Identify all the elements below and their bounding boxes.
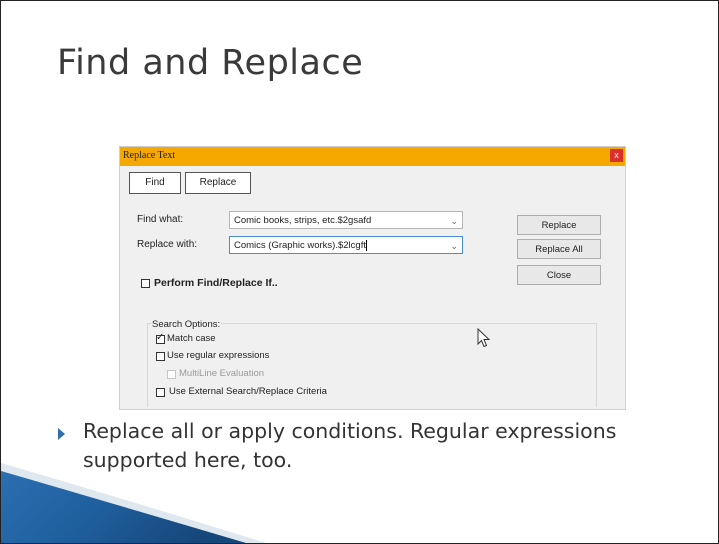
find-what-label: Find what: [137, 214, 184, 225]
replace-with-value: Comics (Graphic works).$2lcgft [234, 240, 366, 251]
multiline-checkbox [167, 370, 176, 379]
dialog-title: Replace Text [123, 150, 176, 161]
perform-if-checkbox[interactable] [141, 279, 150, 288]
external-criteria-label: Use External Search/Replace Criteria [169, 386, 327, 397]
replace-with-label: Replace with: [137, 239, 198, 250]
replace-all-button[interactable]: Replace All [517, 239, 601, 259]
mouse-pointer-icon [477, 327, 491, 352]
close-button[interactable]: Close [517, 265, 601, 285]
find-what-combobox[interactable]: Comic books, strips, etc.$2gsafd ⌄ [229, 211, 463, 229]
replace-button[interactable]: Replace [517, 215, 601, 235]
text-caret [365, 239, 367, 251]
external-criteria-checkbox[interactable] [156, 388, 165, 397]
dialog-titlebar[interactable]: Replace Text x [120, 147, 625, 166]
tab-find[interactable]: Find [129, 172, 181, 194]
slide: Find and Replace Replace Text x Find Rep… [0, 0, 719, 544]
slide-title: Find and Replace [57, 43, 364, 83]
regex-checkbox[interactable] [156, 352, 165, 361]
match-case-label: Match case [167, 333, 216, 344]
tab-replace[interactable]: Replace [185, 172, 251, 194]
multiline-label: MultiLine Evaluation [179, 368, 265, 379]
find-what-value: Comic books, strips, etc.$2gsafd [234, 215, 372, 226]
corner-decoration [1, 463, 266, 543]
regex-label: Use regular expressions [167, 350, 270, 361]
chevron-down-icon[interactable]: ⌄ [450, 212, 458, 230]
close-icon[interactable]: x [610, 149, 623, 162]
search-options-title: Search Options: [151, 319, 222, 330]
perform-if-label: Perform Find/Replace If.. [154, 277, 278, 289]
chevron-down-icon[interactable]: ⌄ [450, 237, 458, 255]
replace-with-combobox[interactable]: Comics (Graphic works).$2lcgft ⌄ [229, 236, 463, 254]
match-case-checkbox[interactable] [156, 332, 165, 344]
